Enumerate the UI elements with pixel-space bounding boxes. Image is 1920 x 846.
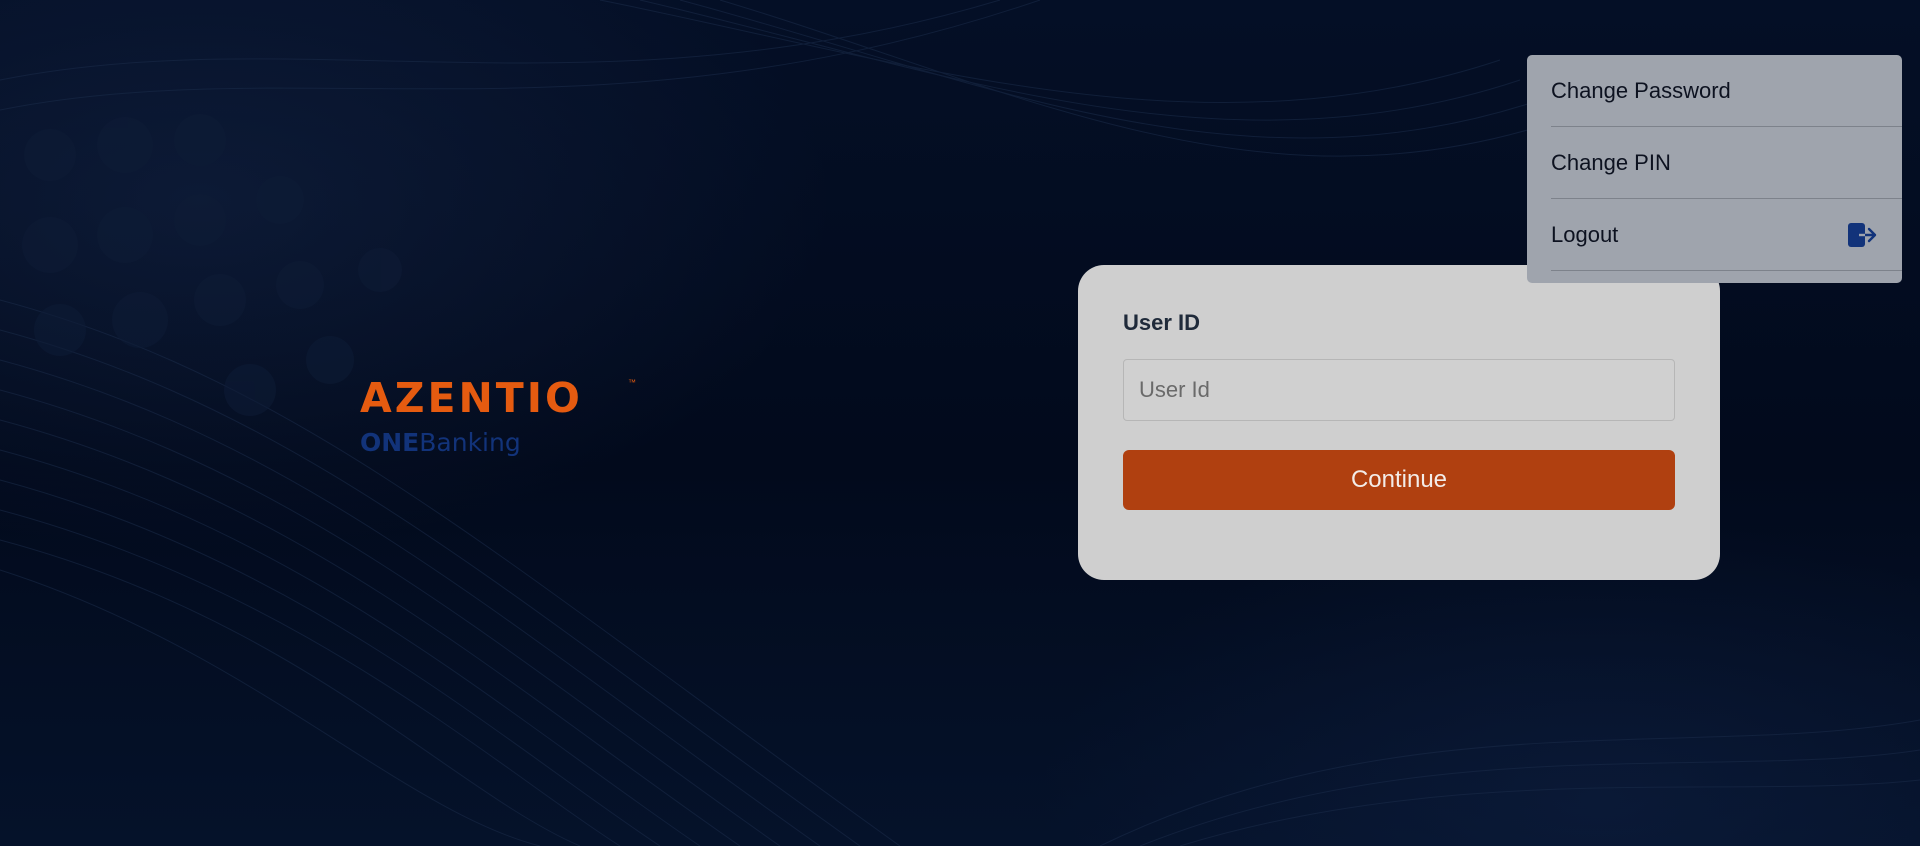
azentio-logo: AZENTIO ™ ONEBanking (360, 376, 660, 466)
menu-item-label: Logout (1551, 221, 1619, 247)
logo-wordmark: AZENTIO (360, 374, 583, 422)
menu-item-change-password[interactable]: Change Password (1551, 55, 1902, 127)
continue-button[interactable]: Continue (1123, 450, 1675, 510)
logo-product-name: ONEBanking (360, 428, 521, 458)
menu-item-label: Change Password (1551, 77, 1731, 103)
logo-product-bold: ONE (360, 428, 420, 457)
user-id-input[interactable] (1123, 359, 1675, 421)
logout-icon (1846, 221, 1878, 249)
user-id-label: User ID (1123, 310, 1201, 335)
menu-item-logout[interactable]: Logout (1551, 199, 1902, 271)
menu-item-label: Change PIN (1551, 149, 1671, 175)
logo-trademark: ™ (628, 378, 636, 387)
logo-product-light: Banking (419, 428, 521, 457)
menu-item-change-pin[interactable]: Change PIN (1551, 127, 1902, 199)
user-dropdown-menu: Change Password Change PIN Logout (1527, 55, 1902, 283)
login-card: User ID Continue (1078, 265, 1720, 580)
